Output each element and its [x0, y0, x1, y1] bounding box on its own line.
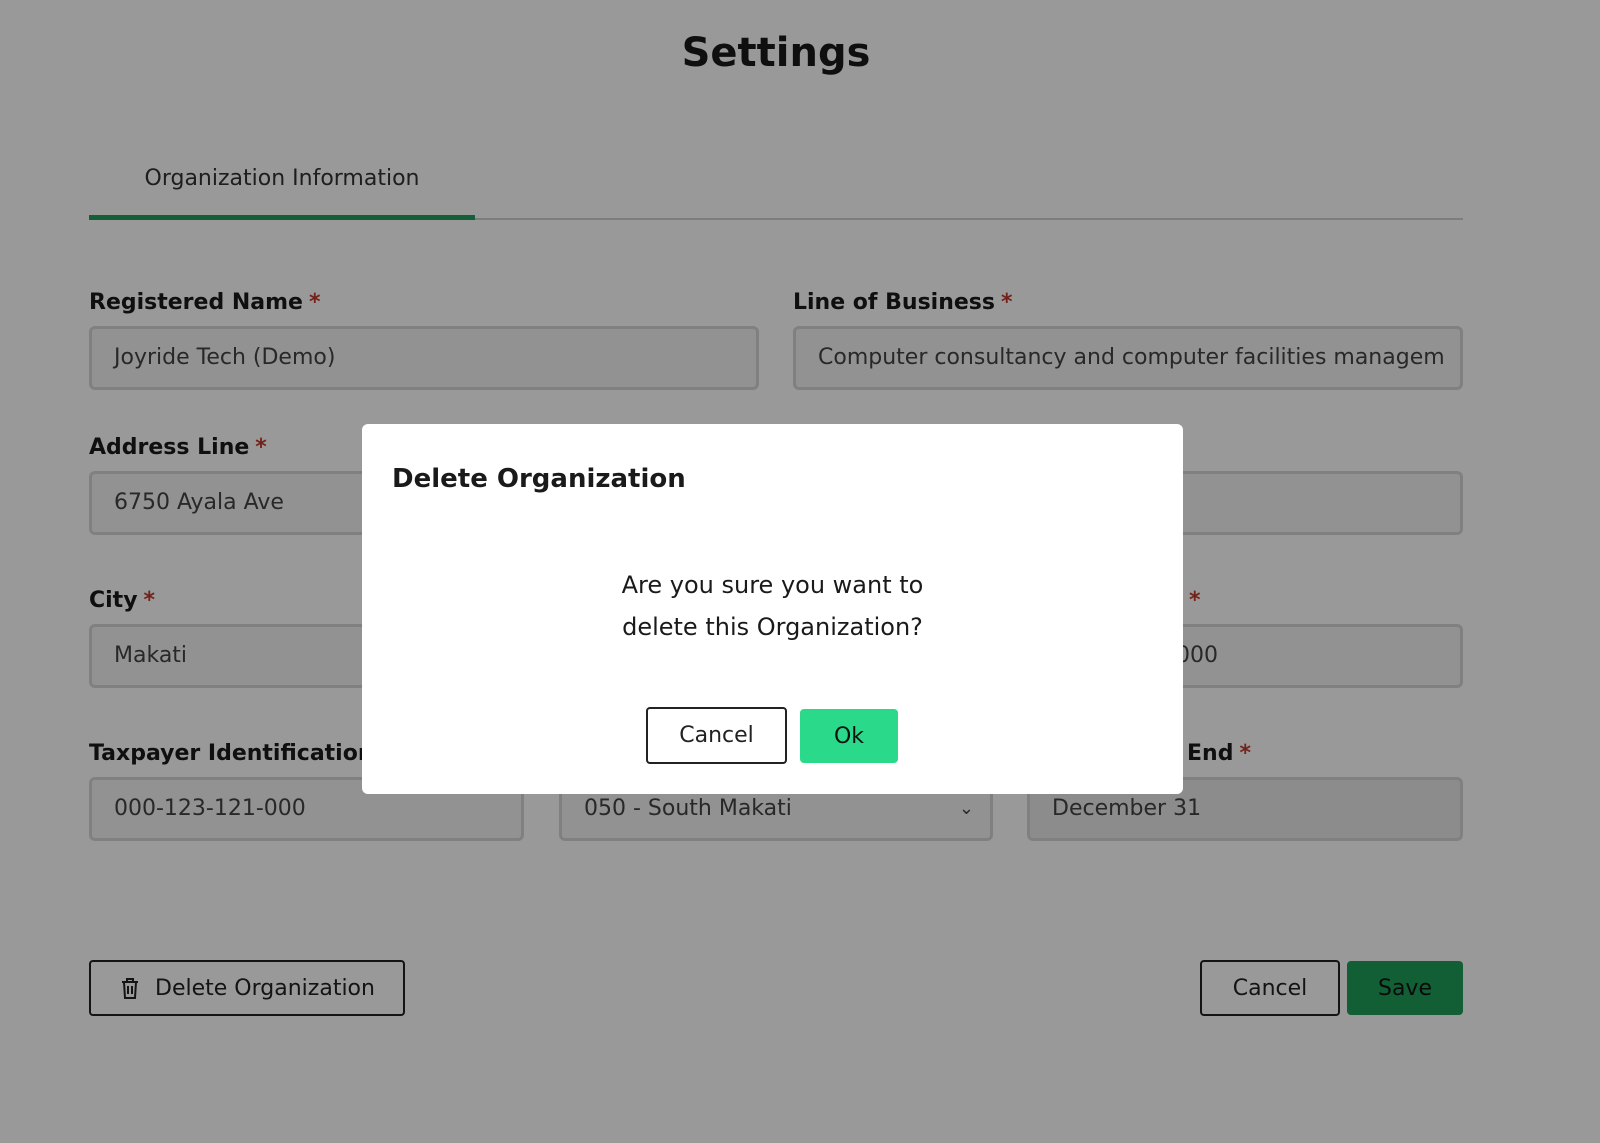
dialog-ok-button[interactable]: Ok: [800, 709, 898, 763]
dialog-cancel-button[interactable]: Cancel: [646, 707, 787, 764]
dialog-title: Delete Organization: [392, 464, 686, 494]
dialog-message: Are you sure you want to delete this Org…: [621, 571, 924, 641]
delete-organization-dialog: Delete Organization Are you sure you wan…: [362, 424, 1183, 794]
